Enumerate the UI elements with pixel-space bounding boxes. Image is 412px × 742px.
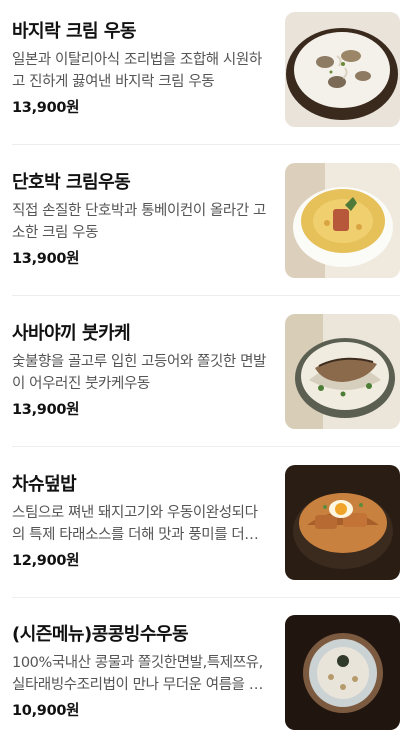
menu-item-description: 숯불향을 골고루 입힌 고등어와 쫄깃한 면발이 어우러진 붓카케우동 bbox=[12, 354, 266, 392]
divider bbox=[12, 446, 400, 447]
menu-item-season-kongkong-bingsu-udon[interactable]: (시즌메뉴)콩콩빙수우동 100%국내산 콩물과 쫄깃한면발,특제쯔유,실타래빙… bbox=[12, 615, 400, 730]
menu-item-photo[interactable] bbox=[285, 465, 400, 580]
menu-item-description: 직접 손질한 단호박과 통베이컨이 올라간 고소한 크림 우동 bbox=[12, 203, 266, 241]
menu-item-clam-cream-udon[interactable]: 바지락 크림 우동 일본과 이탈리아식 조리법을 조합해 시원하고 진하게 끓여… bbox=[12, 12, 400, 127]
menu-item-title: (시즌메뉴)콩콩빙수우동 bbox=[12, 624, 189, 645]
menu-item-price: 12,900원 bbox=[12, 553, 80, 569]
menu-item-title: 바지락 크림 우동 bbox=[12, 21, 136, 42]
menu-item-price: 10,900원 bbox=[12, 703, 80, 719]
menu-item-description: 100%국내산 콩물과 쫄깃한면발,특제쯔유,실타래빙수조리법이 만나 무더운 … bbox=[12, 655, 263, 693]
divider bbox=[12, 144, 400, 145]
menu-item-price: 13,900원 bbox=[12, 100, 80, 116]
menu-item-title: 사바야끼 붓카케 bbox=[12, 323, 131, 344]
menu-item-pumpkin-cream-udon[interactable]: 단호박 크림우동 직접 손질한 단호박과 통베이컨이 올라간 고소한 크림 우동… bbox=[12, 163, 400, 278]
menu-item-title: 단호박 크림우동 bbox=[12, 172, 131, 193]
menu-item-title: 차슈덮밥 bbox=[12, 474, 77, 495]
menu-item-photo[interactable] bbox=[285, 615, 400, 730]
divider bbox=[12, 597, 400, 598]
menu-item-chashu-rice-bowl[interactable]: 차슈덮밥 스팀으로 쪄낸 돼지고기와 우동이완성되다의 특제 타래소스를 더해 … bbox=[12, 465, 400, 580]
menu-item-photo[interactable] bbox=[285, 12, 400, 127]
menu-item-price: 13,900원 bbox=[12, 402, 80, 418]
divider bbox=[12, 295, 400, 296]
menu-item-photo[interactable] bbox=[285, 163, 400, 278]
menu-item-description: 스팀으로 쪄낸 돼지고기와 우동이완성되다의 특제 타래소스를 더해 맛과 풍미… bbox=[12, 505, 258, 543]
menu-item-description: 일본과 이탈리아식 조리법을 조합해 시원하고 진하게 끓여낸 바지락 크림 우… bbox=[12, 52, 262, 90]
menu-item-photo[interactable] bbox=[285, 314, 400, 429]
menu-item-price: 13,900원 bbox=[12, 251, 80, 267]
menu-item-saba-yaki-bukkake[interactable]: 사바야끼 붓카케 숯불향을 골고루 입힌 고등어와 쫄깃한 면발이 어우러진 붓… bbox=[12, 314, 400, 429]
